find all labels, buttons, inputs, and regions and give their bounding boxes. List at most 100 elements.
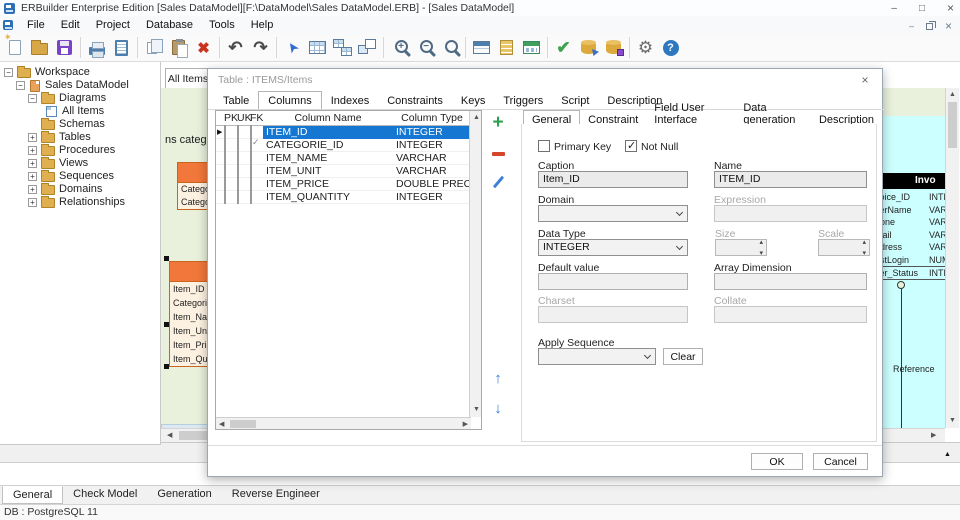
report-icon[interactable]: [109, 35, 134, 60]
fk-checkbox[interactable]: [250, 177, 252, 191]
uk-checkbox[interactable]: [237, 190, 239, 204]
tree-item-sequences[interactable]: Sequences: [0, 169, 160, 183]
domain-dropdown[interactable]: [538, 205, 688, 222]
ok-button[interactable]: OK: [751, 453, 803, 470]
expand-icon[interactable]: [28, 185, 37, 194]
diagram-objects-icon[interactable]: [355, 35, 380, 60]
tab-general[interactable]: General: [2, 486, 64, 504]
close-icon[interactable]: [947, 1, 954, 15]
mdi-close-icon[interactable]: [945, 19, 952, 33]
expand-icon[interactable]: [28, 172, 37, 181]
tree-item-views[interactable]: Views: [0, 156, 160, 170]
tab-constraints[interactable]: Constraints: [378, 92, 452, 110]
expand-icon[interactable]: [28, 146, 37, 155]
array-dimension-input[interactable]: [714, 273, 867, 290]
menu-help[interactable]: Help: [243, 18, 282, 32]
minimize-icon[interactable]: [891, 3, 897, 14]
expand-icon[interactable]: [28, 159, 37, 168]
table-relations-icon[interactable]: [330, 35, 355, 60]
relationship-endpoint[interactable]: [897, 281, 905, 289]
menu-file[interactable]: File: [19, 18, 53, 32]
tab-check-model[interactable]: Check Model: [63, 486, 147, 502]
paste-icon[interactable]: [166, 35, 191, 60]
grid-horizontal-scrollbar[interactable]: ◀ ▶: [216, 417, 471, 429]
document-view-icon[interactable]: [494, 35, 519, 60]
tree-item-workspace[interactable]: Workspace: [0, 65, 160, 79]
mdi-minimize-icon[interactable]: [909, 21, 914, 31]
grid-row[interactable]: ITEM_NAME VARCHAR: [216, 151, 481, 165]
help-icon[interactable]: [658, 35, 683, 60]
grid-vertical-scrollbar[interactable]: ▲ ▼: [469, 111, 481, 417]
mdi-restore-icon[interactable]: [925, 20, 936, 30]
save-icon[interactable]: [52, 35, 77, 60]
zoom-out-icon[interactable]: [412, 35, 437, 60]
tab-triggers[interactable]: Triggers: [494, 92, 552, 110]
tree-item-all-items[interactable]: All Items: [0, 105, 160, 118]
uk-checkbox[interactable]: [237, 138, 239, 152]
undo-icon[interactable]: [223, 35, 248, 60]
tab-keys[interactable]: Keys: [452, 92, 494, 110]
tree-item-procedures[interactable]: Procedures: [0, 143, 160, 157]
tree-item-domains[interactable]: Domains: [0, 182, 160, 196]
name-input[interactable]: ITEM_ID: [714, 171, 867, 188]
zoom-in-icon[interactable]: [387, 35, 412, 60]
splitter-handle[interactable]: [944, 451, 951, 458]
database-save-icon[interactable]: [601, 35, 626, 60]
uk-checkbox[interactable]: [237, 177, 239, 191]
clear-button[interactable]: Clear: [663, 348, 703, 365]
move-up-button[interactable]: [489, 369, 507, 387]
cancel-button[interactable]: Cancel: [813, 453, 868, 470]
pk-checkbox[interactable]: [224, 164, 226, 178]
caption-input[interactable]: Item_ID: [538, 171, 688, 188]
grid-row[interactable]: ITEM_UNIT VARCHAR: [216, 164, 481, 178]
tree-item-schemas[interactable]: Schemas: [0, 117, 160, 131]
database-script-icon[interactable]: [576, 35, 601, 60]
verify-model-icon[interactable]: [551, 35, 576, 60]
menu-database[interactable]: Database: [138, 18, 201, 32]
menu-project[interactable]: Project: [88, 18, 138, 32]
form-view-icon[interactable]: [469, 35, 494, 60]
fk-checkbox[interactable]: [250, 164, 252, 178]
not-null-checkbox[interactable]: [625, 139, 637, 152]
pk-checkbox[interactable]: [224, 177, 226, 191]
pk-checkbox[interactable]: [224, 190, 226, 204]
grid-row[interactable]: CATEGORIE_ID INTEGER: [216, 138, 481, 152]
collapse-icon[interactable]: [16, 81, 25, 90]
copy-icon[interactable]: [141, 35, 166, 60]
tab-indexes[interactable]: Indexes: [322, 92, 379, 110]
tab-table[interactable]: Table: [214, 92, 258, 110]
document-icon[interactable]: [3, 20, 13, 30]
remove-column-button[interactable]: [489, 145, 507, 163]
fk-checkbox[interactable]: [250, 151, 252, 165]
dialog-close-icon[interactable]: [858, 73, 872, 87]
uk-checkbox[interactable]: [237, 164, 239, 178]
tree-item-tables[interactable]: Tables: [0, 130, 160, 144]
collapse-icon[interactable]: [4, 68, 13, 77]
expand-icon[interactable]: [28, 198, 37, 207]
expand-icon[interactable]: [28, 133, 37, 142]
move-down-button[interactable]: [489, 399, 507, 417]
fk-checkbox[interactable]: [250, 138, 252, 152]
add-column-button[interactable]: +: [489, 112, 507, 133]
canvas-tab-all-items[interactable]: All Items: [165, 68, 211, 88]
redo-icon[interactable]: [248, 35, 273, 60]
tree-item-sales-datamodel[interactable]: Sales DataModel: [0, 79, 160, 92]
grid-view-icon[interactable]: [519, 35, 544, 60]
primary-key-checkbox[interactable]: [538, 140, 550, 152]
open-folder-icon[interactable]: [27, 35, 52, 60]
zoom-icon[interactable]: [437, 35, 462, 60]
collapse-icon[interactable]: [28, 94, 37, 103]
edit-column-button[interactable]: [489, 173, 507, 191]
tree-item-relationships[interactable]: Relationships: [0, 195, 160, 209]
pk-checkbox[interactable]: [224, 125, 226, 139]
apply-sequence-dropdown[interactable]: [538, 348, 656, 365]
pk-checkbox[interactable]: [224, 138, 226, 152]
uk-checkbox[interactable]: [237, 151, 239, 165]
new-file-icon[interactable]: [2, 35, 27, 60]
grid-row[interactable]: ITEM_PRICE DOUBLE PRECISION: [216, 177, 481, 191]
fk-checkbox[interactable]: [250, 190, 252, 204]
tree-item-diagrams[interactable]: Diagrams: [0, 91, 160, 105]
delete-icon[interactable]: [191, 35, 216, 60]
grid-row[interactable]: ITEM_QUANTITY INTEGER: [216, 190, 481, 204]
maximize-icon[interactable]: [919, 3, 925, 14]
